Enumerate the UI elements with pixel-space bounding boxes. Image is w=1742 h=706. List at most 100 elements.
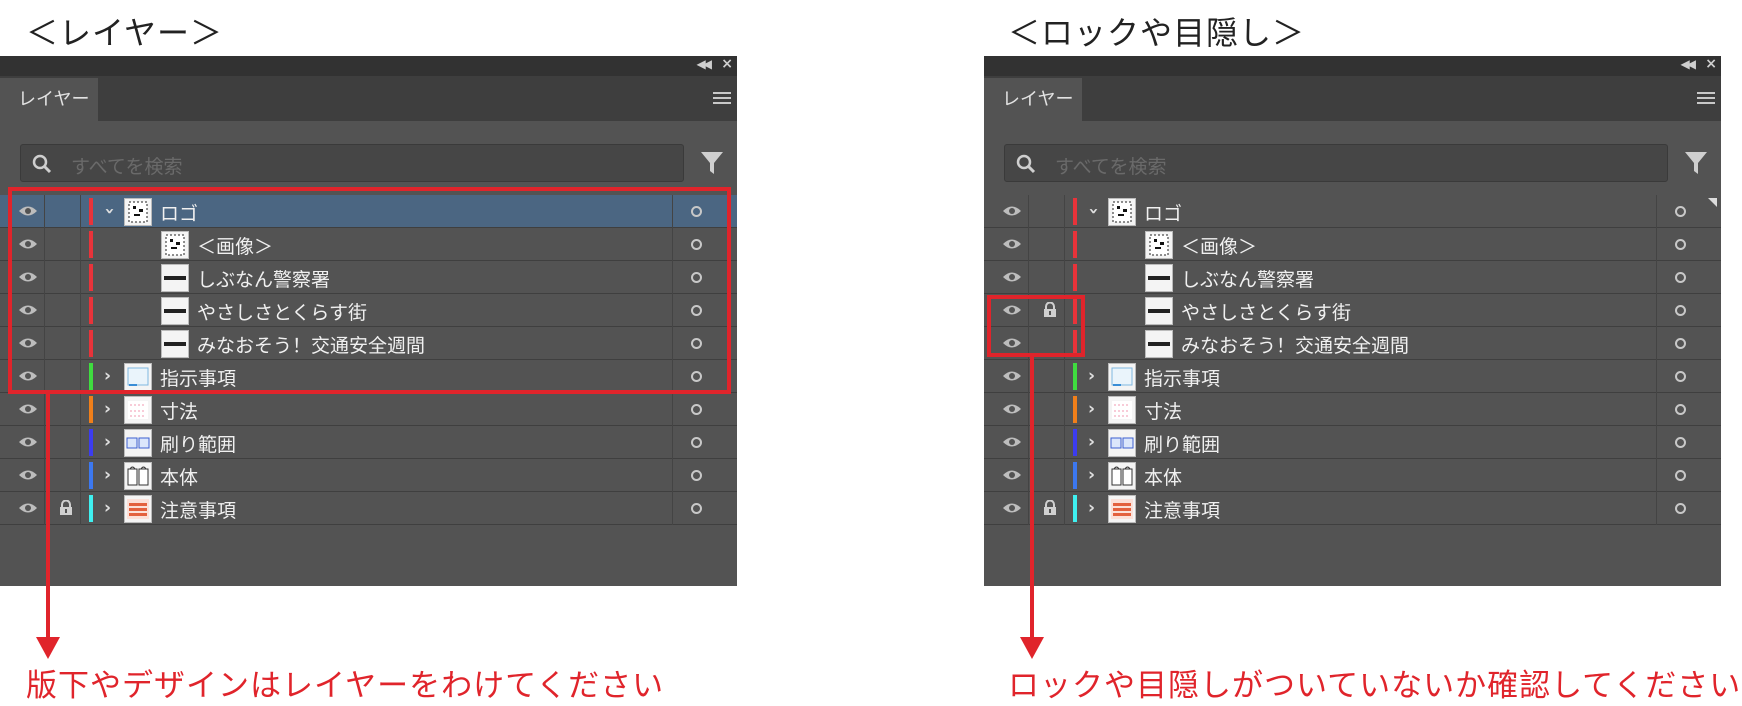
lock-toggle-empty[interactable] <box>1043 368 1059 384</box>
target-circle-icon[interactable] <box>691 503 702 514</box>
lock-toggle-empty[interactable] <box>1043 236 1059 252</box>
column-separator <box>1028 261 1029 294</box>
target-circle-icon[interactable] <box>1675 503 1686 514</box>
layer-name: しぶなん警察署 <box>1181 269 1315 291</box>
lock-toggle-empty[interactable] <box>59 401 75 417</box>
visibility-eye-icon[interactable] <box>1002 236 1022 255</box>
chevron-right-icon[interactable]: › <box>104 498 111 518</box>
chevron-right-icon[interactable]: › <box>1088 498 1095 518</box>
lock-toggle-empty[interactable] <box>1043 467 1059 483</box>
chevron-right-icon[interactable]: › <box>1088 432 1095 452</box>
column-separator <box>1656 393 1657 426</box>
layer-row[interactable]: やさしさとくらす街 <box>984 294 1721 327</box>
layer-row[interactable]: › 刷り範囲 <box>984 426 1721 459</box>
tab-strip <box>984 76 1721 121</box>
layer-name: 注意事項 <box>160 500 237 522</box>
column-separator <box>1656 195 1657 228</box>
lock-icon[interactable] <box>1043 499 1059 516</box>
layer-name: 注意事項 <box>1144 500 1221 522</box>
lock-toggle-empty[interactable] <box>59 467 75 483</box>
layer-color-bar <box>1073 396 1077 423</box>
target-circle-icon[interactable] <box>1675 272 1686 283</box>
target-circle-icon[interactable] <box>1675 404 1686 415</box>
visibility-eye-icon[interactable] <box>18 401 38 420</box>
column-separator <box>80 459 81 492</box>
target-circle-icon[interactable] <box>1675 305 1686 316</box>
visibility-eye-icon[interactable] <box>1002 269 1022 288</box>
search-placeholder: すべてを検索 <box>1055 156 1167 178</box>
target-circle-icon[interactable] <box>1675 206 1686 217</box>
layer-color-bar <box>89 462 93 489</box>
lock-icon[interactable] <box>59 499 75 516</box>
panel-menu-icon[interactable] <box>713 92 731 107</box>
chevron-right-icon[interactable]: › <box>1088 465 1095 485</box>
layer-name: みなおそう！交通安全週間 <box>1181 335 1410 357</box>
target-circle-icon[interactable] <box>1675 437 1686 448</box>
chevron-down-icon[interactable]: › <box>1084 207 1104 214</box>
layer-row[interactable]: › 本体 <box>0 459 737 492</box>
layer-thumbnail <box>1108 198 1136 226</box>
layer-row[interactable]: ＜画像＞ <box>984 228 1721 261</box>
tab-layers[interactable]: レイヤー <box>0 78 98 121</box>
chevron-right-icon[interactable]: › <box>104 432 111 452</box>
collapse-panel-icon[interactable]: ◀◀ <box>697 57 713 71</box>
caption-check-lock-hide: ロックや目隠しがついていないか確認してください <box>1008 668 1742 704</box>
target-circle-icon[interactable] <box>691 404 702 415</box>
search-field[interactable]: すべてを検索 <box>20 144 684 182</box>
visibility-eye-icon[interactable] <box>1002 467 1022 486</box>
lock-toggle-empty[interactable] <box>59 434 75 450</box>
target-circle-icon[interactable] <box>691 470 702 481</box>
visibility-eye-icon[interactable] <box>1002 434 1022 453</box>
layer-row[interactable]: › 指示事項 <box>984 360 1721 393</box>
search-field[interactable]: すべてを検索 <box>1004 144 1668 182</box>
filter-icon[interactable] <box>700 150 724 180</box>
target-circle-icon[interactable] <box>1675 239 1686 250</box>
chevron-right-icon[interactable]: › <box>104 465 111 485</box>
target-circle-icon[interactable] <box>1675 338 1686 349</box>
visibility-eye-icon[interactable] <box>1002 401 1022 420</box>
lock-toggle-empty[interactable] <box>1043 203 1059 219</box>
tab-layers[interactable]: レイヤー <box>984 78 1082 121</box>
layer-row[interactable]: › 注意事項 <box>0 492 737 525</box>
visibility-eye-icon[interactable] <box>18 467 38 486</box>
chevron-right-icon[interactable]: › <box>1088 399 1095 419</box>
search-placeholder: すべてを検索 <box>71 156 183 178</box>
layer-color-bar <box>89 495 93 522</box>
layer-row[interactable]: みなおそう！交通安全週間 <box>984 327 1721 360</box>
collapse-panel-icon[interactable]: ◀◀ <box>1681 57 1697 71</box>
visibility-eye-icon[interactable] <box>1002 500 1022 519</box>
visibility-eye-icon[interactable] <box>1002 368 1022 387</box>
column-separator <box>1656 459 1657 492</box>
target-circle-icon[interactable] <box>1675 470 1686 481</box>
layer-row[interactable]: › ロゴ <box>984 195 1721 228</box>
lock-toggle-empty[interactable] <box>1043 434 1059 450</box>
layer-name: 刷り範囲 <box>1144 434 1221 456</box>
layer-row[interactable]: › 寸法 <box>0 393 737 426</box>
layer-color-bar <box>1073 264 1077 291</box>
layer-row[interactable]: › 寸法 <box>984 393 1721 426</box>
visibility-eye-icon[interactable] <box>18 434 38 453</box>
target-circle-icon[interactable] <box>1675 371 1686 382</box>
close-panel-icon[interactable]: × <box>721 56 733 72</box>
visibility-eye-icon[interactable] <box>18 500 38 519</box>
chevron-right-icon[interactable]: › <box>1088 366 1095 386</box>
column-separator <box>80 426 81 459</box>
filter-icon[interactable] <box>1684 150 1708 180</box>
layer-row[interactable]: › 刷り範囲 <box>0 426 737 459</box>
chevron-right-icon[interactable]: › <box>104 399 111 419</box>
lock-toggle-empty[interactable] <box>1043 401 1059 417</box>
panel-menu-icon[interactable] <box>1697 92 1715 107</box>
column-separator <box>1028 195 1029 228</box>
visibility-eye-icon[interactable] <box>1002 203 1022 222</box>
search-icon <box>1015 153 1037 179</box>
target-circle-icon[interactable] <box>691 437 702 448</box>
close-panel-icon[interactable]: × <box>1705 56 1717 72</box>
layer-row[interactable]: › 本体 <box>984 459 1721 492</box>
column-separator <box>80 393 81 426</box>
annotation-line-right <box>1030 355 1034 641</box>
annotation-line-left <box>46 391 50 641</box>
layer-color-bar <box>89 396 93 423</box>
lock-toggle-empty[interactable] <box>1043 269 1059 285</box>
layer-row[interactable]: しぶなん警察署 <box>984 261 1721 294</box>
layer-row[interactable]: › 注意事項 <box>984 492 1721 525</box>
